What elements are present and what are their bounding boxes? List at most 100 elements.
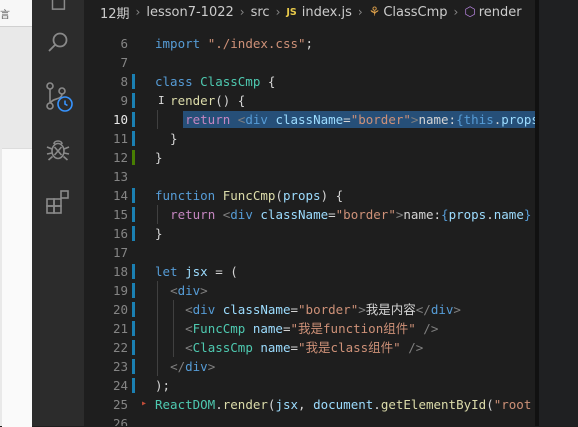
code-token: name bbox=[252, 321, 283, 336]
code-token: jsx bbox=[185, 264, 208, 279]
code-text[interactable]: class ClassCmp { bbox=[155, 72, 275, 91]
code-token: { bbox=[260, 74, 276, 89]
git-change-marker[interactable] bbox=[132, 359, 135, 374]
code-token: "border" bbox=[350, 112, 411, 127]
git-change-marker[interactable] bbox=[132, 74, 135, 89]
code-line[interactable]: 25 ▸ ReactDOM.render(jsx, document.getElem… bbox=[84, 395, 535, 414]
code-text[interactable]: import "./index.css"; bbox=[155, 34, 313, 53]
code-line[interactable]: 8 class ClassCmp { bbox=[84, 72, 535, 91]
code-line[interactable]: 20 <div className="border">我是内容</div> bbox=[84, 300, 535, 319]
git-change-marker[interactable] bbox=[132, 188, 135, 203]
code-line[interactable]: 13 bbox=[84, 167, 535, 186]
git-change-marker[interactable] bbox=[132, 150, 135, 165]
code-text[interactable]: function FuncCmp(props) { bbox=[155, 186, 343, 205]
git-deleted-marker[interactable]: ▸ bbox=[141, 394, 147, 413]
git-change-marker[interactable] bbox=[132, 131, 135, 146]
code-line[interactable]: 9I render() { bbox=[84, 91, 535, 110]
code-token: /> bbox=[408, 340, 424, 355]
background-panel bbox=[2, 148, 32, 427]
git-change-marker[interactable] bbox=[132, 302, 135, 317]
background-window-edge: 言 bbox=[0, 0, 32, 427]
source-control-icon[interactable] bbox=[42, 81, 74, 113]
code-token: = bbox=[343, 112, 351, 127]
code-text[interactable]: </div> bbox=[155, 357, 215, 376]
code-token: ( bbox=[275, 188, 283, 203]
code-line[interactable]: 7 bbox=[84, 53, 535, 72]
git-change-marker[interactable] bbox=[132, 378, 135, 393]
code-text[interactable]: <FuncCmp name="我是function组件" /> bbox=[155, 319, 438, 338]
code-text[interactable]: return <div className="border">name:{pro… bbox=[155, 205, 531, 224]
line-number: 6 bbox=[120, 36, 128, 51]
code-line[interactable]: 24); bbox=[84, 376, 535, 395]
chevron-right-icon: › bbox=[239, 5, 245, 19]
code-text[interactable]: ReactDOM.render(jsx, document.getElement… bbox=[155, 395, 531, 414]
code-token: div bbox=[177, 283, 201, 298]
breadcrumb-file[interactable]: index.js bbox=[302, 5, 352, 20]
code-token: return bbox=[170, 207, 223, 222]
code-editor[interactable]: 12期 › lesson7-1022 › src › JS index.js ›… bbox=[84, 0, 535, 426]
code-text[interactable]: <ClassCmp name="我是class组件" /> bbox=[155, 338, 423, 357]
code-token: = bbox=[290, 302, 299, 317]
code-line[interactable]: 14 function FuncCmp(props) { bbox=[84, 186, 535, 205]
code-token: < bbox=[185, 302, 193, 317]
extensions-icon[interactable] bbox=[42, 186, 74, 218]
code-line[interactable]: 26 bbox=[84, 414, 535, 426]
code-line[interactable]: 6 import "./index.css"; bbox=[84, 34, 535, 53]
line-number: 10 bbox=[112, 112, 128, 127]
line-number: 17 bbox=[112, 245, 128, 260]
code-token: "border" bbox=[298, 302, 359, 317]
line-number: 11 bbox=[112, 131, 128, 146]
code-text[interactable]: render() { bbox=[155, 91, 245, 110]
git-change-marker[interactable] bbox=[132, 93, 135, 108]
code-token: { bbox=[441, 207, 449, 222]
background-tab-label: 言 bbox=[0, 10, 10, 21]
code-line[interactable]: 15 return <div className="border">name:{… bbox=[84, 205, 535, 224]
code-text[interactable]: let jsx = ( bbox=[155, 262, 238, 281]
code-token: "./index.css" bbox=[207, 36, 306, 51]
code-token: this bbox=[463, 112, 494, 127]
code-token: "border" bbox=[335, 207, 396, 222]
code-line[interactable]: 12} bbox=[84, 148, 535, 167]
breadcrumb-folder-root[interactable]: 12期 bbox=[100, 3, 130, 22]
bug-icon[interactable] bbox=[42, 133, 74, 165]
code-line[interactable]: 18 let jsx = ( bbox=[84, 262, 535, 281]
code-line[interactable]: 23 </div> bbox=[84, 357, 535, 376]
code-text[interactable]: <div> bbox=[155, 281, 208, 300]
breadcrumb-class[interactable]: ClassCmp bbox=[383, 5, 447, 20]
code-text[interactable]: return <div className="border">name:{thi… bbox=[155, 110, 535, 129]
code-token: function bbox=[155, 188, 223, 203]
chevron-right-icon: › bbox=[453, 5, 459, 19]
code-line[interactable]: 17 bbox=[84, 243, 535, 262]
code-text[interactable]: } bbox=[155, 224, 163, 243]
code-text[interactable]: <div className="border">我是内容</div> bbox=[155, 300, 461, 319]
code-line[interactable]: 10 return <div className="border">name:{… bbox=[84, 110, 535, 129]
code-lines[interactable]: 6 import "./index.css"; 7 8 class ClassCmp {… bbox=[84, 34, 535, 426]
code-token: "我是function组件" bbox=[290, 321, 416, 336]
code-line[interactable]: 22 <ClassCmp name="我是class组件" /> bbox=[84, 338, 535, 357]
breadcrumb-method[interactable]: render bbox=[479, 5, 522, 20]
code-line[interactable]: 16} bbox=[84, 224, 535, 243]
git-change-marker[interactable] bbox=[132, 340, 135, 355]
breadcrumb-folder-src[interactable]: src bbox=[251, 5, 270, 20]
code-line[interactable]: 19 <div> bbox=[84, 281, 535, 300]
code-token: jsx bbox=[275, 397, 299, 412]
git-change-marker[interactable] bbox=[132, 112, 135, 127]
breadcrumb-folder-lesson[interactable]: lesson7-1022 bbox=[146, 5, 233, 20]
code-text[interactable]: ); bbox=[155, 376, 170, 395]
search-icon[interactable] bbox=[42, 26, 74, 58]
code-line[interactable]: 21 <FuncCmp name="我是function组件" /> bbox=[84, 319, 535, 338]
code-text[interactable]: } bbox=[155, 129, 178, 148]
git-change-marker[interactable] bbox=[132, 264, 135, 279]
git-change-marker[interactable] bbox=[132, 226, 135, 241]
git-change-marker[interactable] bbox=[132, 321, 135, 336]
code-text[interactable]: } bbox=[155, 148, 163, 167]
code-token: import bbox=[155, 36, 208, 51]
code-line[interactable]: 11 } bbox=[84, 129, 535, 148]
git-change-marker[interactable] bbox=[132, 283, 135, 298]
git-change-marker[interactable] bbox=[132, 207, 135, 222]
files-icon[interactable] bbox=[42, 0, 74, 16]
code-token: div bbox=[192, 302, 223, 317]
code-token: } bbox=[155, 226, 163, 241]
code-token: FuncCmp bbox=[222, 188, 276, 203]
